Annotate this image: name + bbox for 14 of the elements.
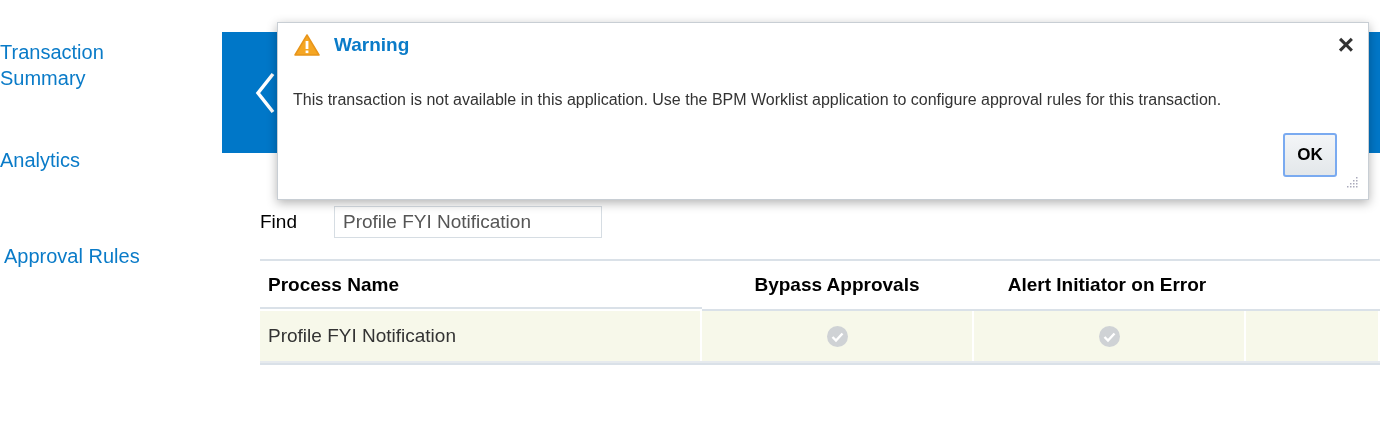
dialog-title: Warning — [334, 34, 410, 56]
ok-button[interactable]: OK — [1283, 133, 1337, 177]
find-label: Find — [260, 211, 298, 233]
close-button[interactable]: × — [1337, 31, 1354, 59]
dialog-message: This transaction is not available in this application. Use the BPM Worklist application to configure approval rules for this transaction. — [293, 91, 1223, 109]
find-field[interactable]: Profile FYI Notification — [334, 206, 602, 238]
table-cell: Profile FYI Notification — [268, 325, 456, 347]
column-header: Process Name — [260, 261, 702, 309]
sidebar-link[interactable]: Analytics — [0, 147, 130, 173]
table-row[interactable]: Profile FYI Notification — [260, 311, 1380, 363]
sidebar-link[interactable]: Transaction Summary — [0, 39, 130, 91]
warning-icon — [294, 34, 320, 56]
resize-grip-icon[interactable] — [1346, 177, 1358, 189]
sidebar-link[interactable]: Approval Rules — [0, 243, 204, 269]
